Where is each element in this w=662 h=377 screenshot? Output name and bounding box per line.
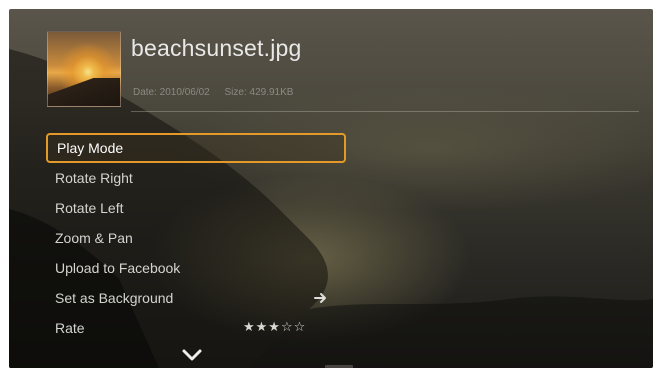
menu-item-play-mode[interactable]: Play Mode xyxy=(46,133,346,163)
menu-item-rotate-left[interactable]: Rotate Left xyxy=(46,193,346,223)
file-name: beachsunset.jpg xyxy=(131,35,302,61)
chevron-down-icon[interactable] xyxy=(181,348,203,362)
menu-item-label: Set as Background xyxy=(55,290,174,306)
photo-thumbnail xyxy=(47,31,121,107)
file-metadata: Date: 2010/06/02 Size: 429.91KB xyxy=(133,87,305,98)
menu-item-rate[interactable]: Rate ★★★☆☆ xyxy=(46,313,346,343)
menu-item-zoom-pan[interactable]: Zoom & Pan xyxy=(46,223,346,253)
menu-item-label: Upload to Facebook xyxy=(55,260,181,276)
file-date: Date: 2010/06/02 xyxy=(133,87,210,98)
menu-item-label: Rotate Right xyxy=(55,170,133,186)
scroll-indicator xyxy=(325,365,353,368)
menu-item-label: Zoom & Pan xyxy=(55,230,133,246)
thumbnail-rock-shape xyxy=(48,78,120,106)
arrow-right-icon xyxy=(314,293,326,303)
file-size: Size: 429.91KB xyxy=(224,87,294,98)
menu-item-upload-facebook[interactable]: Upload to Facebook xyxy=(46,253,346,283)
photo-options-screen: beachsunset.jpg Date: 2010/06/02 Size: 4… xyxy=(9,9,653,368)
menu-item-set-background[interactable]: Set as Background xyxy=(46,283,346,313)
menu-item-label: Rate xyxy=(55,320,85,336)
menu-item-label: Play Mode xyxy=(57,140,124,156)
rating-stars[interactable]: ★★★☆☆ xyxy=(243,313,306,343)
menu-item-rotate-right[interactable]: Rotate Right xyxy=(46,163,346,193)
menu-item-label: Rotate Left xyxy=(55,200,124,216)
header-divider xyxy=(131,111,639,112)
options-menu: Play Mode Rotate Right Rotate Left Zoom … xyxy=(46,133,346,343)
